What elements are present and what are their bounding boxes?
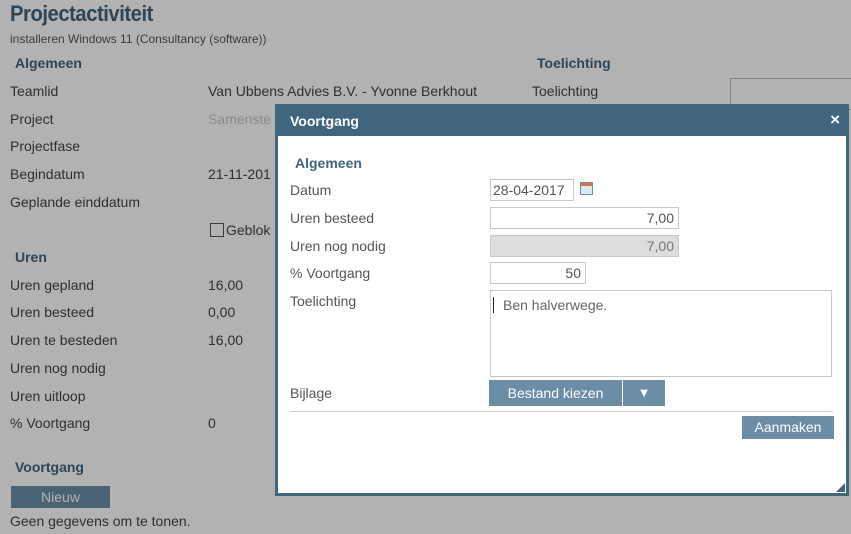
hours-spent-input[interactable]: 7,00: [490, 207, 679, 229]
progress-percent-label: % Voortgang: [290, 265, 371, 281]
date-label: Datum: [290, 182, 332, 198]
text-caret: [493, 297, 494, 313]
create-button[interactable]: Aanmaken: [742, 416, 834, 439]
progress-dialog: Voortgang × Algemeen Datum 28-04-2017 Ur…: [275, 104, 849, 496]
progress-percent-input[interactable]: 50: [490, 262, 586, 284]
dialog-section-general: Algemeen: [295, 155, 362, 171]
date-input[interactable]: 28-04-2017: [490, 179, 574, 201]
dialog-title: Voortgang: [290, 113, 359, 129]
dialog-header: Voortgang ×: [278, 107, 846, 136]
notes-textarea[interactable]: Ben halverwege.: [490, 290, 832, 377]
chevron-down-icon[interactable]: ▼: [623, 380, 665, 406]
close-icon[interactable]: ×: [830, 110, 840, 130]
resize-handle-icon[interactable]: [836, 483, 845, 492]
notes-label: Toelichting: [290, 293, 357, 309]
attachment-label: Bijlage: [290, 385, 333, 401]
hours-spent-label: Uren besteed: [290, 210, 375, 226]
divider: [290, 411, 833, 412]
hours-remaining-label: Uren nog nodig: [290, 238, 386, 254]
choose-file-button[interactable]: Bestand kiezen: [489, 380, 622, 406]
calendar-icon[interactable]: [580, 182, 593, 195]
hours-remaining-field: 7,00: [490, 235, 679, 257]
notes-text: Ben halverwege.: [503, 297, 608, 313]
